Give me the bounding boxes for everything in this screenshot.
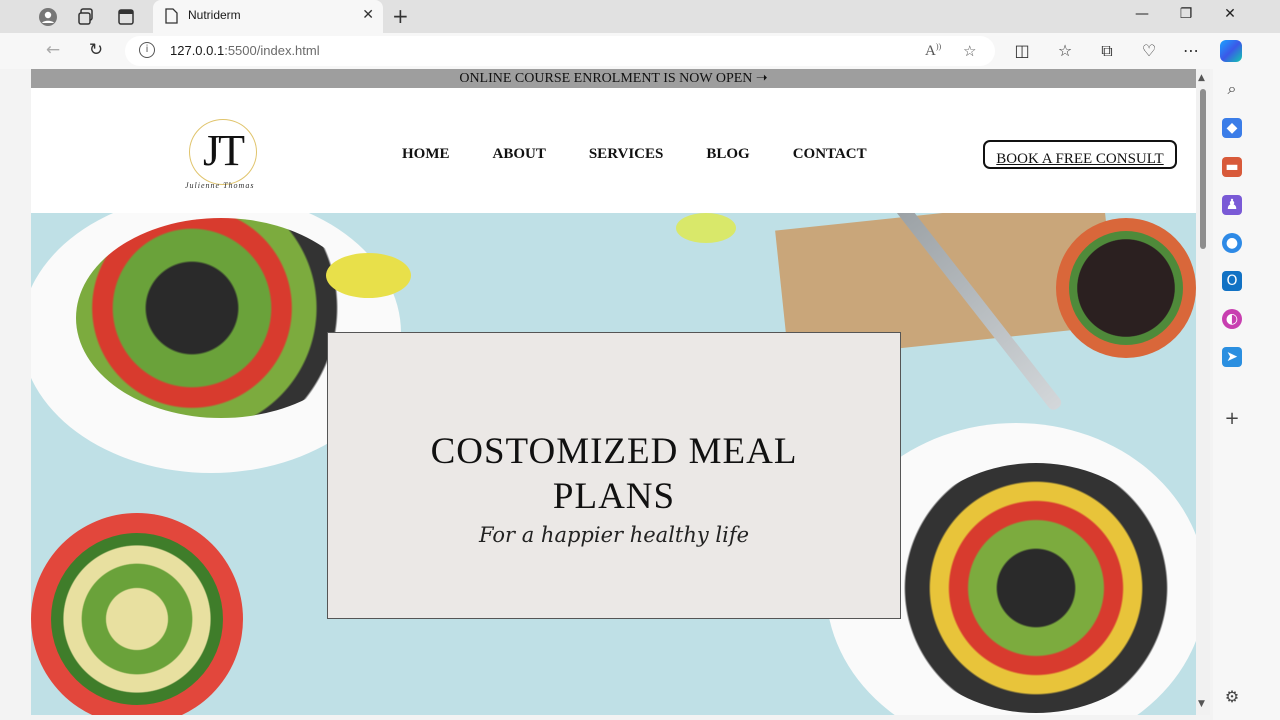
address-toolbar: ← ↻ i 127.0.0.1:5500/index.html A)) ☆ ◫ … xyxy=(0,33,1280,69)
sidebar-add-icon[interactable]: + xyxy=(1222,409,1242,429)
nav-about[interactable]: ABOUT xyxy=(493,146,546,163)
sidebar-games-icon[interactable]: ♟ xyxy=(1222,195,1242,215)
book-consult-button[interactable]: BOOK A FREE CONSULT xyxy=(983,140,1177,169)
lemon-wedge xyxy=(326,253,411,298)
edge-sidebar: ⌕ ◆ ▬ ♟ ● O ◐ ➤ + ⚙ xyxy=(1213,69,1280,720)
hero-card: COSTOMIZED MEAL PLANS For a happier heal… xyxy=(327,332,901,619)
profile-icon[interactable] xyxy=(37,6,59,28)
hero-section: COSTOMIZED MEAL PLANS For a happier heal… xyxy=(31,213,1196,715)
site-logo[interactable]: JT Julienne Thomas xyxy=(181,115,271,195)
address-bar[interactable]: i 127.0.0.1:5500/index.html A)) ☆ xyxy=(125,36,995,66)
close-window-icon[interactable]: ✕ xyxy=(1218,6,1242,22)
vertical-tabs-icon[interactable] xyxy=(115,6,137,28)
copilot-icon[interactable] xyxy=(1220,40,1242,62)
url-text[interactable]: 127.0.0.1:5500/index.html xyxy=(170,43,320,58)
sidebar-send-icon[interactable]: ➤ xyxy=(1222,347,1242,367)
sidebar-shopping-icon[interactable]: ◆ xyxy=(1222,118,1242,138)
nav-contact[interactable]: CONTACT xyxy=(793,146,867,163)
sidebar-outlook-icon[interactable]: O xyxy=(1222,271,1242,291)
workspaces-icon[interactable] xyxy=(76,6,98,28)
hero-title-line2: PLANS xyxy=(552,476,676,517)
black-beans xyxy=(1069,231,1183,345)
browser-essentials-icon[interactable]: ♡ xyxy=(1138,41,1160,60)
lime-slice xyxy=(676,213,736,243)
sidebar-tools-icon[interactable]: ▬ xyxy=(1222,157,1242,177)
bean-salad-bottom-right xyxy=(891,463,1181,713)
restore-icon[interactable]: ❐ xyxy=(1174,6,1198,22)
hero-title: COSTOMIZED MEAL PLANS xyxy=(328,429,900,519)
read-aloud-icon[interactable]: A)) xyxy=(925,42,941,60)
bean-salad-top-left xyxy=(76,218,366,418)
nav-blog[interactable]: BLOG xyxy=(706,146,749,163)
sidebar-settings-icon[interactable]: ⚙ xyxy=(1222,687,1242,707)
back-icon[interactable]: ← xyxy=(42,40,64,62)
browser-tab-bar: Nutriderm ✕ + — ❐ ✕ xyxy=(0,0,1280,33)
arrow-right-icon: ➝ xyxy=(755,71,768,86)
page-viewport: ONLINE COURSE ENROLMENT IS NOW OPEN ➝ JT… xyxy=(31,69,1196,715)
nav-home[interactable]: HOME xyxy=(402,146,450,163)
avocado-salad xyxy=(51,533,223,705)
hero-subtitle: For a happier healthy life xyxy=(478,523,750,547)
logo-initials: JT xyxy=(203,126,245,175)
page-favicon-icon xyxy=(165,8,178,28)
logo-tagline: Julienne Thomas xyxy=(185,181,255,190)
scroll-down-icon[interactable]: ▼ xyxy=(1198,699,1205,709)
announcement-bar[interactable]: ONLINE COURSE ENROLMENT IS NOW OPEN ➝ xyxy=(31,69,1196,88)
tab-title: Nutriderm xyxy=(188,8,241,22)
sidebar-designer-icon[interactable]: ◐ xyxy=(1222,309,1242,329)
nav-services[interactable]: SERVICES xyxy=(589,146,664,163)
tab-close-icon[interactable]: ✕ xyxy=(362,7,374,23)
favorites-icon[interactable]: ☆ xyxy=(1054,41,1076,60)
hero-title-line1: COSTOMIZED MEAL xyxy=(430,431,798,472)
site-header: JT Julienne Thomas HOME ABOUT SERVICES B… xyxy=(31,88,1196,213)
page-scrollbar[interactable]: ▲ ▼ xyxy=(1196,69,1210,715)
sidebar-m365-icon[interactable]: ● xyxy=(1222,233,1242,253)
collections-icon[interactable]: ⧉ xyxy=(1096,41,1118,61)
favorite-star-icon[interactable]: ☆ xyxy=(963,42,976,60)
split-screen-icon[interactable]: ◫ xyxy=(1011,41,1033,60)
site-info-icon[interactable]: i xyxy=(139,42,155,58)
scroll-thumb[interactable] xyxy=(1200,89,1206,249)
main-nav: HOME ABOUT SERVICES BLOG CONTACT xyxy=(402,146,867,163)
new-tab-button[interactable]: + xyxy=(392,4,409,28)
scroll-up-icon[interactable]: ▲ xyxy=(1198,73,1205,83)
refresh-icon[interactable]: ↻ xyxy=(85,40,107,62)
announcement-text[interactable]: ONLINE COURSE ENROLMENT IS NOW OPEN xyxy=(459,71,752,86)
sidebar-search-icon[interactable]: ⌕ xyxy=(1222,79,1242,99)
active-tab[interactable]: Nutriderm ✕ xyxy=(153,0,383,33)
minimize-icon[interactable]: — xyxy=(1130,6,1154,22)
more-menu-icon[interactable]: ⋯ xyxy=(1180,41,1202,60)
